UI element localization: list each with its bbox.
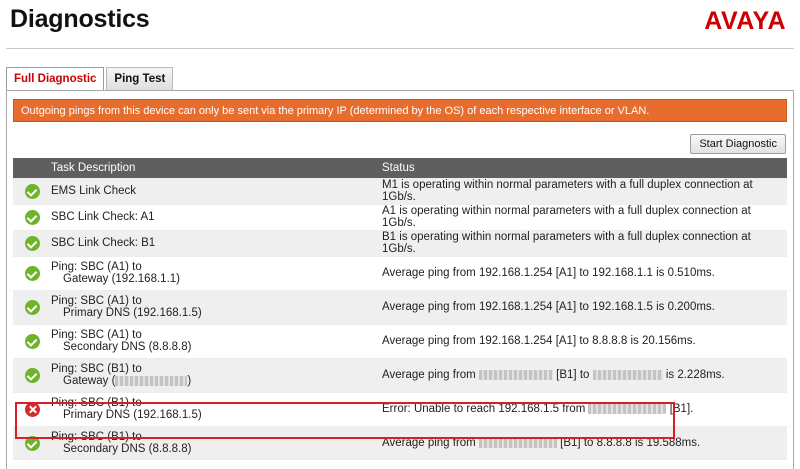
task-status: A1 is operating within normal parameters… bbox=[382, 203, 787, 230]
table-row: EMS Link Check M1 is operating within no… bbox=[13, 177, 787, 204]
redacted-ip bbox=[478, 438, 557, 449]
task-description: EMS Link Check bbox=[51, 177, 382, 204]
task-status: Average ping from [B1] to is 2.228ms. bbox=[382, 357, 787, 392]
check-circle-icon bbox=[25, 334, 40, 349]
diagnostic-panel: Outgoing pings from this device can only… bbox=[6, 90, 794, 469]
table-row: Ping: SBC (B1) to Secondary DNS (8.8.8.8… bbox=[13, 425, 787, 460]
info-banner: Outgoing pings from this device can only… bbox=[13, 99, 787, 122]
tab-ping-test[interactable]: Ping Test bbox=[106, 67, 174, 90]
task-status: Average ping from 192.168.1.254 [A1] to … bbox=[382, 289, 787, 324]
check-circle-icon bbox=[25, 236, 40, 251]
table-row-error: Ping: SBC (B1) to Primary DNS (192.168.1… bbox=[13, 391, 787, 426]
task-status: B1 is operating within normal parameters… bbox=[382, 229, 787, 256]
table-row: Ping: SBC (B1) to Gateway () Average pin… bbox=[13, 357, 787, 392]
redacted-ip bbox=[592, 369, 663, 380]
table-row: Ping: SBC (A1) to Secondary DNS (8.8.8.8… bbox=[13, 323, 787, 358]
start-diagnostic-button[interactable]: Start Diagnostic bbox=[690, 134, 786, 154]
task-description: Ping: SBC (A1) to Primary DNS (192.168.1… bbox=[51, 289, 382, 324]
check-circle-icon bbox=[25, 266, 40, 281]
table-row: Ping: SBC (A1) to Gateway (192.168.1.1) … bbox=[13, 255, 787, 290]
task-description: Ping: SBC (A1) to Gateway (192.168.1.1) bbox=[51, 255, 382, 290]
diagnostic-table: Task Description Status EMS Link Check M… bbox=[13, 158, 787, 460]
task-status: Error: Unable to reach 192.168.1.5 from … bbox=[382, 391, 787, 426]
avaya-logo: AVAYA bbox=[704, 7, 786, 35]
check-circle-icon bbox=[25, 436, 40, 452]
tab-full-diagnostic[interactable]: Full Diagnostic bbox=[6, 67, 105, 91]
status-column-header bbox=[13, 158, 51, 178]
task-status: M1 is operating within normal parameters… bbox=[382, 177, 787, 204]
task-status: Average ping from 192.168.1.254 [A1] to … bbox=[382, 323, 787, 358]
task-description: Ping: SBC (A1) to Secondary DNS (8.8.8.8… bbox=[51, 323, 382, 358]
task-status: Average ping from 192.168.1.254 [A1] to … bbox=[382, 255, 787, 290]
table-row: SBC Link Check: B1 B1 is operating withi… bbox=[13, 229, 787, 256]
task-description: Ping: SBC (B1) to Primary DNS (192.168.1… bbox=[51, 391, 382, 426]
page-title: Diagnostics bbox=[10, 5, 150, 33]
table-header-row: Task Description Status bbox=[13, 158, 787, 178]
task-column-header: Task Description bbox=[51, 158, 382, 178]
check-circle-icon bbox=[25, 300, 40, 315]
tab-bar: Full Diagnostic Ping Test bbox=[6, 67, 175, 91]
redacted-ip bbox=[115, 375, 188, 386]
task-status: Average ping from [B1] to 8.8.8.8 is 19.… bbox=[382, 425, 787, 460]
redacted-ip bbox=[478, 369, 553, 380]
task-description: Ping: SBC (B1) to Secondary DNS (8.8.8.8… bbox=[51, 425, 382, 460]
redacted-ip bbox=[588, 403, 667, 414]
header-divider bbox=[6, 48, 794, 49]
task-description: SBC Link Check: A1 bbox=[51, 203, 382, 230]
task-description: Ping: SBC (B1) to Gateway () bbox=[51, 357, 382, 392]
check-circle-icon bbox=[25, 210, 40, 225]
table-row: SBC Link Check: A1 A1 is operating withi… bbox=[13, 203, 787, 230]
task-description: SBC Link Check: B1 bbox=[51, 229, 382, 256]
status-column-header-text: Status bbox=[382, 158, 787, 178]
check-circle-icon bbox=[25, 368, 40, 383]
check-circle-icon bbox=[25, 184, 40, 199]
table-row: Ping: SBC (A1) to Primary DNS (192.168.1… bbox=[13, 289, 787, 324]
x-circle-icon bbox=[25, 402, 40, 417]
